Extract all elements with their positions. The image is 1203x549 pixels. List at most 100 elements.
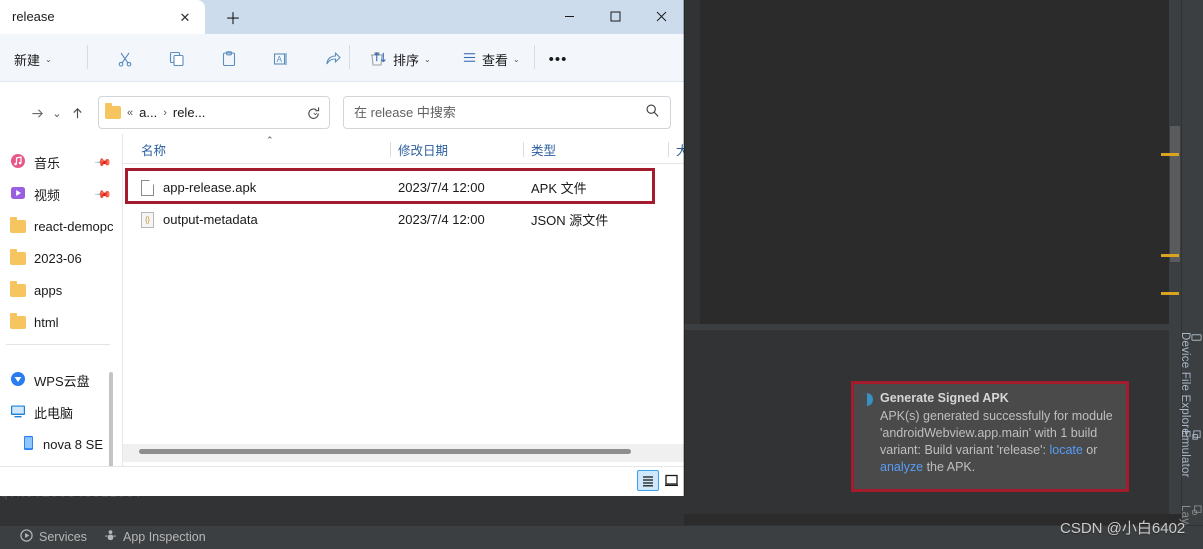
search-box[interactable]: [343, 96, 671, 129]
sidebar-item-2023-06[interactable]: 2023-06: [4, 244, 118, 272]
locate-link[interactable]: locate: [1049, 443, 1082, 457]
up-button[interactable]: [62, 98, 92, 128]
sidebar-scrollbar[interactable]: [109, 372, 113, 466]
minimize-button[interactable]: [546, 0, 592, 32]
file-name-cell[interactable]: app-release.apk: [141, 179, 257, 196]
view-button[interactable]: 查看 ⌄: [455, 45, 527, 73]
sidebar-item-wps-cloud[interactable]: WPS云盘: [4, 366, 118, 394]
close-icon[interactable]: ✕: [175, 8, 195, 28]
file-list-pane[interactable]: 名称 ⌃ 修改日期 类型 大小 app-release.apk 2023/7/4…: [122, 134, 684, 466]
column-header-date[interactable]: 修改日期: [398, 140, 448, 159]
more-options-button[interactable]: •••: [543, 45, 573, 73]
music-icon: [10, 153, 26, 172]
pin-icon[interactable]: 📌: [94, 185, 113, 203]
new-button[interactable]: 新建 ⌄: [6, 45, 60, 73]
chevron-down-icon: ⌄: [45, 54, 52, 64]
ide-editor-area[interactable]: [684, 0, 1203, 324]
close-window-button[interactable]: [638, 0, 684, 32]
sidebar-item-label: nova 8 SE: [43, 436, 103, 452]
editor-marker[interactable]: [1161, 254, 1179, 257]
file-name-label: output-metadata: [163, 212, 258, 227]
search-input[interactable]: [354, 105, 645, 120]
list-view-icon[interactable]: [637, 470, 659, 491]
sidebar-divider: [6, 344, 110, 345]
sidebar-item-apps[interactable]: apps: [4, 276, 118, 304]
sidebar-item-label: 音乐: [34, 155, 61, 171]
file-date-cell: 2023/7/4 12:00: [398, 180, 485, 195]
share-button[interactable]: [317, 45, 349, 73]
editor-marker[interactable]: [1161, 292, 1179, 295]
editor-marker[interactable]: [1161, 153, 1179, 156]
status-item-app-inspection[interactable]: App Inspection: [104, 529, 206, 545]
sidebar-item-react-demopc[interactable]: react-demopc: [4, 212, 118, 240]
explorer-sidebar[interactable]: 音乐 📌 视频 📌 react-demopc 2023-06 apps html…: [0, 134, 122, 466]
ellipsis-icon: •••: [548, 50, 568, 68]
breadcrumb-segment[interactable]: a...: [139, 105, 157, 120]
ide-gutter: [684, 0, 700, 324]
notification-balloon[interactable]: Generate Signed APK APK(s) generated suc…: [851, 381, 1129, 492]
file-explorer-window: release ✕ ＋ 新建 ⌄ A 排序 ⌄ 查看 ⌄ ••• ⌄ « a..…: [0, 0, 684, 496]
address-bar[interactable]: « a... › rele... ⌄: [98, 96, 330, 129]
new-button-label: 新建: [14, 52, 41, 68]
breadcrumb-segment-current[interactable]: rele...: [173, 105, 206, 120]
editor-scrollbar-thumb[interactable]: [1170, 126, 1180, 262]
paste-button[interactable]: [213, 45, 245, 73]
sidebar-item-emulator[interactable]: Emulator: [1179, 430, 1202, 478]
device-file-explorer-label: Device File Explorer: [1179, 332, 1191, 439]
phone-icon: [22, 435, 35, 454]
sidebar-item-label: WPS云盘: [34, 373, 90, 389]
file-type-cell: JSON 源文件: [531, 213, 609, 228]
sidebar-item-label: 2023-06: [34, 250, 82, 266]
sort-indicator-icon: ⌃: [266, 135, 274, 145]
analyze-link[interactable]: analyze: [880, 460, 923, 474]
services-icon: [20, 529, 33, 545]
sidebar-item-label: 此电脑: [34, 405, 74, 421]
notification-content: Generate Signed APK APK(s) generated suc…: [854, 384, 1126, 489]
status-item-services[interactable]: Services: [20, 529, 87, 545]
sort-button[interactable]: 排序 ⌄: [366, 45, 438, 73]
column-separator[interactable]: [523, 142, 524, 157]
sidebar-item-device-file-explorer[interactable]: Device File Explorer: [1179, 332, 1202, 439]
sidebar-item-music[interactable]: 音乐 📌: [4, 148, 118, 176]
file-pane-hscrollbar-thumb[interactable]: [139, 449, 631, 454]
notification-line-4-prefix: Build variant 'release':: [924, 443, 1050, 457]
pin-icon[interactable]: 📌: [94, 153, 113, 171]
sidebar-item-html[interactable]: html: [4, 308, 118, 336]
services-label: Services: [39, 530, 87, 544]
emulator-label: Emulator: [1179, 430, 1191, 478]
watermark-text: CSDN @小白6402: [1060, 520, 1186, 537]
this-pc-icon: [10, 403, 26, 422]
video-icon: [10, 185, 26, 204]
file-name-label: app-release.apk: [163, 180, 257, 195]
column-header-row: 名称 ⌃ 修改日期 类型 大小: [123, 134, 684, 164]
table-row[interactable]: app-release.apk 2023/7/4 12:00 APK 文件: [123, 172, 684, 203]
column-separator[interactable]: [390, 142, 391, 157]
sidebar-item-video[interactable]: 视频 📌: [4, 180, 118, 208]
screen-root: qVN0T20004001100: 项目 Device File Explore…: [0, 0, 1203, 549]
column-separator[interactable]: [668, 142, 669, 157]
table-row[interactable]: {} output-metadata 2023/7/4 12:00 JSON 源…: [123, 204, 684, 235]
json-file-icon: {}: [141, 211, 154, 228]
tile-view-icon[interactable]: [660, 470, 682, 491]
copy-button[interactable]: [161, 45, 193, 73]
toolbar-separator: [534, 45, 535, 69]
rename-button[interactable]: A: [265, 45, 297, 73]
search-icon[interactable]: [645, 103, 660, 123]
sidebar-item-label: react-demopc: [34, 218, 114, 234]
sidebar-item-this-pc[interactable]: 此电脑: [4, 398, 118, 426]
notification-line-4-suffix: the: [923, 460, 944, 474]
file-name-cell[interactable]: {} output-metadata: [141, 211, 258, 228]
cut-button[interactable]: [109, 45, 141, 73]
chevron-down-icon: ⌄: [513, 54, 520, 64]
maximize-button[interactable]: [592, 0, 638, 32]
chevron-down-icon: ⌄: [52, 107, 62, 120]
plus-icon[interactable]: ＋: [222, 6, 244, 28]
column-header-name[interactable]: 名称: [141, 140, 166, 159]
breadcrumb-separator: ›: [163, 106, 167, 119]
refresh-button[interactable]: [298, 98, 328, 128]
sidebar-item-label: apps: [34, 282, 63, 298]
explorer-window-edge: [683, 0, 685, 496]
column-header-type[interactable]: 类型: [531, 140, 556, 159]
sidebar-item-nova-8-se[interactable]: nova 8 SE: [4, 430, 118, 458]
apk-file-icon: [141, 179, 154, 196]
